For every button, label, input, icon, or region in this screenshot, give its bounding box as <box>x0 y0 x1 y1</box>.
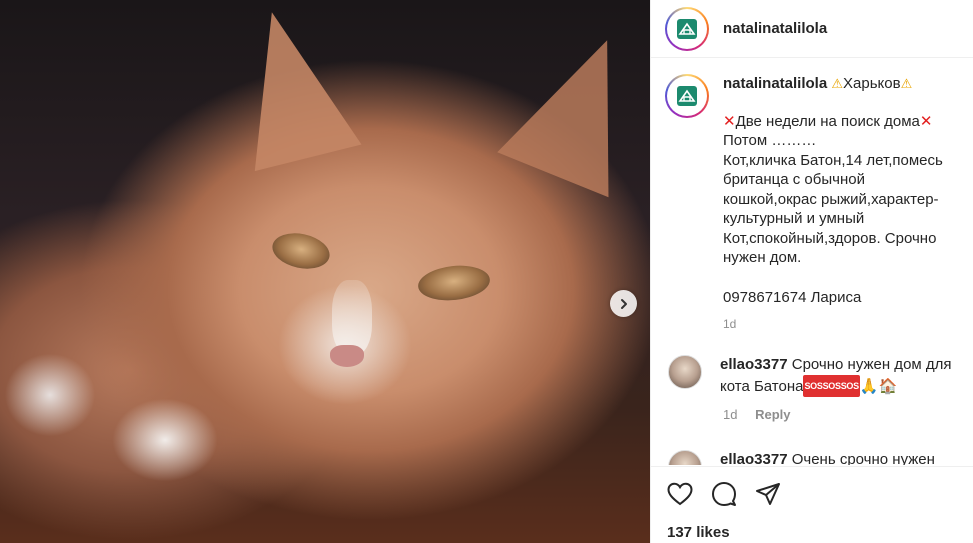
comment-button[interactable] <box>711 481 737 507</box>
avatar[interactable] <box>665 6 709 51</box>
cross-mark-icon: ✕ <box>723 112 736 130</box>
post-photo[interactable] <box>0 0 650 543</box>
commenter-avatar[interactable] <box>668 450 702 465</box>
house-logo-icon <box>671 80 703 112</box>
caption-timestamp: 1d <box>723 317 737 331</box>
paper-plane-icon <box>756 483 780 505</box>
commenter-avatar[interactable] <box>668 355 702 389</box>
comment-meta: 1d Reply <box>723 407 960 422</box>
caption-avatar[interactable] <box>665 74 709 118</box>
comment-text: Очень срочно нужен <box>791 451 935 465</box>
comments-scroll-area[interactable]: natalinatalilola ⚠Харьков⚠ ✕Две недели н… <box>651 59 973 465</box>
cat-eye-right <box>416 262 492 304</box>
post-actions: 137 likes <box>651 466 973 543</box>
comment-item: ellao3377 Очень срочно нужен <box>665 450 960 465</box>
cat-eye-left <box>269 228 333 274</box>
cat-ear-left <box>218 0 362 172</box>
comment-emoji: 🙏🏠 <box>859 378 898 395</box>
likes-count[interactable]: 137 likes <box>667 524 958 541</box>
caption-heading: ✕Две недели на поиск дома✕ <box>723 112 960 132</box>
caption-username[interactable]: natalinatalilola <box>723 75 827 92</box>
share-button[interactable] <box>755 482 781 506</box>
cat-nose <box>330 345 364 367</box>
cross-mark-icon: ✕ <box>919 112 933 130</box>
cat-blaze <box>332 280 372 355</box>
commenter-username[interactable]: ellao3377 <box>720 356 788 373</box>
header-username[interactable]: natalinatalilola <box>723 20 827 37</box>
caption-line-1: Две недели на поиск дома <box>735 112 920 130</box>
comment-item: ellao3377 Срочно нужен дом для кота Бато… <box>665 355 960 397</box>
post-header: natalinatalilola <box>651 0 973 58</box>
caption-line-2: Потом ……… <box>723 132 817 149</box>
post-caption: natalinatalilola ⚠Харьков⚠ ✕Две недели н… <box>665 74 960 307</box>
commenter-username[interactable]: ellao3377 <box>720 451 788 465</box>
comment-time: 1d <box>723 407 738 422</box>
house-logo-icon <box>671 12 703 45</box>
cat-ear-right <box>497 17 650 198</box>
caption-phone: 0978671674 Лариса <box>723 288 862 306</box>
heart-icon <box>667 482 693 506</box>
caption-location: Харьков <box>843 75 901 92</box>
comment-icon <box>712 482 736 506</box>
chevron-right-icon <box>620 298 627 309</box>
warning-icon: ⚠ <box>831 76 844 91</box>
sos-badge: SOSSOSSOS <box>803 375 860 397</box>
post-side-panel: natalinatalilola natalinatalilola ⚠Харьк… <box>650 0 973 543</box>
like-button[interactable] <box>667 482 693 506</box>
caption-body: Кот,кличка Батон,14 лет,помесь британца … <box>723 151 943 267</box>
reply-button[interactable]: Reply <box>755 407 790 422</box>
warning-icon: ⚠ <box>900 76 913 91</box>
next-photo-button[interactable] <box>610 290 637 317</box>
